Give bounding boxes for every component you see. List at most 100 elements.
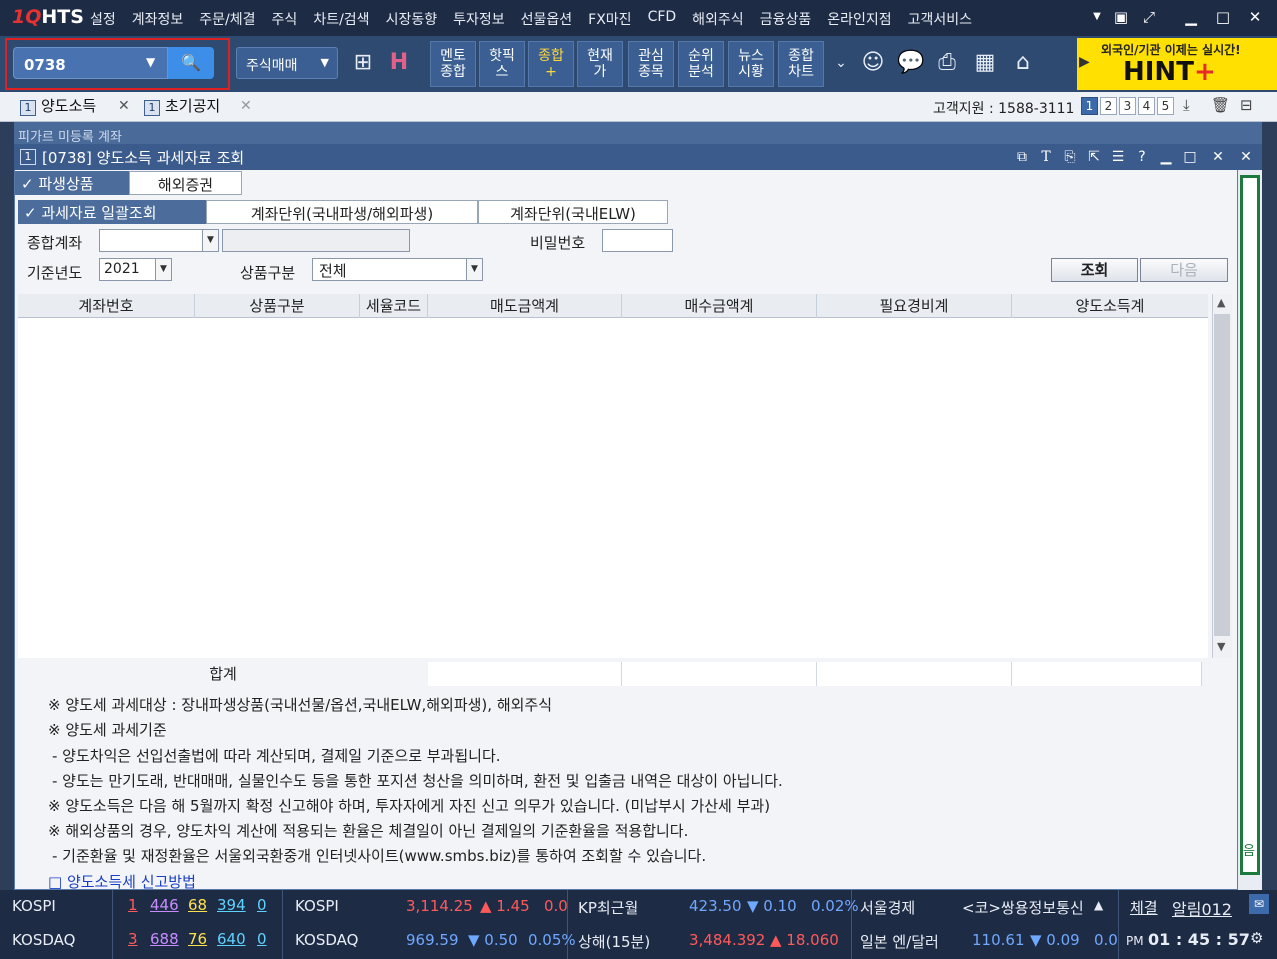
page-4[interactable]: 4 <box>1138 97 1155 115</box>
scrollbar-thumb[interactable] <box>1214 314 1230 636</box>
search-button[interactable]: 🔍 <box>168 47 214 79</box>
tab-capital-gains[interactable]: 1 양도소득 <box>20 95 96 119</box>
export-icon[interactable]: ⇱ <box>1084 147 1104 167</box>
next-button[interactable]: 다음 <box>1140 258 1228 282</box>
hint-banner[interactable]: ▶ 외국인/기관 이제는 실시간! HINT+ <box>1077 38 1277 90</box>
close-icon[interactable]: ✕ <box>1208 147 1228 167</box>
chevron-down-icon[interactable]: ▼ <box>1217 640 1225 653</box>
page-5[interactable]: 5 <box>1157 97 1174 115</box>
h-icon[interactable]: H <box>384 48 414 78</box>
futures-label[interactable]: KP최근월 <box>578 897 638 918</box>
password-field[interactable] <box>602 229 673 252</box>
chevron-up-icon[interactable]: ▲ <box>1094 898 1103 912</box>
kosdaq-index-label[interactable]: KOSDAQ <box>295 931 358 949</box>
product-type-select[interactable]: 전체 ▼ <box>312 258 483 281</box>
fx-label[interactable]: 일본 엔/달러 <box>860 931 939 952</box>
text-icon[interactable]: T <box>1036 147 1056 167</box>
tab-derivatives[interactable]: ✓ 파생상품 <box>15 171 129 195</box>
maximize-icon[interactable]: □ <box>1212 6 1234 28</box>
restore-icon[interactable]: ▣ <box>1110 6 1132 28</box>
close-icon[interactable]: ✕ <box>118 98 130 114</box>
home-icon[interactable]: ⌂ <box>1008 48 1038 78</box>
menu-order[interactable]: 주문/체결 <box>199 9 255 29</box>
minimize-icon[interactable]: ▁ <box>1180 6 1202 28</box>
menu-online-branch[interactable]: 온라인지점 <box>827 9 891 29</box>
save-layout-icon[interactable]: ⊟ <box>1240 96 1253 114</box>
chevron-down-icon: ▼ <box>466 259 482 280</box>
trash-icon[interactable]: 🗑 <box>1211 96 1230 114</box>
help-icon[interactable]: ? <box>1132 147 1152 167</box>
tab-overseas-securities[interactable]: 해외증권 <box>129 171 242 195</box>
col-product-type: 상품구분 <box>195 294 360 318</box>
chevron-down-icon[interactable]: ▼ <box>146 55 155 69</box>
close-icon[interactable]: ✕ <box>1244 6 1266 28</box>
news-headline[interactable]: <코>쌍용정보통신 <box>962 897 1084 918</box>
close-icon[interactable]: ✕ <box>240 98 252 114</box>
toolbar-button-mentor[interactable]: 멘토 종합 <box>430 41 476 87</box>
page-1[interactable]: 1 <box>1081 97 1098 115</box>
toolbar-button-overall-plus[interactable]: 종합 + <box>528 41 574 87</box>
alarm-button[interactable]: 알림012 <box>1172 896 1232 920</box>
menu-settings[interactable]: 설정 <box>90 9 116 29</box>
account-select[interactable]: ▼ <box>99 229 219 252</box>
menu-overseas-stock[interactable]: 해외주식 <box>692 9 744 29</box>
chat-icon[interactable]: 💬 <box>896 48 926 78</box>
resize-icon[interactable]: ⤢ <box>1138 6 1160 28</box>
tax-filing-guide-link[interactable]: □ 양도소득세 신고방법 <box>48 871 196 892</box>
tab-account-domestic-overseas[interactable]: 계좌단위(국내파생/해외파생) <box>206 200 478 224</box>
page-2[interactable]: 2 <box>1100 97 1117 115</box>
toolbar-button-watchlist[interactable]: 관심 종목 <box>628 41 674 87</box>
kospi-label[interactable]: KOSPI <box>12 897 56 915</box>
tab-account-elw[interactable]: 계좌단위(국내ELW) <box>478 200 668 224</box>
popout-icon[interactable]: ⧉ <box>1012 147 1032 167</box>
messenger-icon[interactable]: ✉ <box>1249 894 1269 914</box>
menu-market[interactable]: 시장동향 <box>386 9 438 29</box>
screen-code-input[interactable]: 0738 <box>13 47 168 79</box>
menu-futures[interactable]: 선물옵션 <box>521 9 573 29</box>
copy-icon[interactable]: ⎘ <box>1060 147 1080 167</box>
settings-icon[interactable]: ⚙ <box>1250 929 1263 947</box>
toolbar-button-current-price[interactable]: 현재 가 <box>577 41 623 87</box>
tab-bulk-tax-query[interactable]: ✓ 과세자료 일괄조회 <box>18 200 206 224</box>
year-select[interactable]: 2021 ▼ <box>99 258 172 281</box>
menu-chart-search[interactable]: 차트/검색 <box>313 9 369 29</box>
toolbar-button-news[interactable]: 뉴스 시황 <box>728 41 774 87</box>
shanghai-label[interactable]: 상해(15분) <box>578 931 650 952</box>
menu-fx[interactable]: FX마진 <box>588 9 631 29</box>
toolbar-button-rank[interactable]: 순위 분석 <box>678 41 724 87</box>
tab-initial-notice[interactable]: 1 초기공지 <box>144 95 220 119</box>
robot-icon[interactable]: ☺ <box>858 48 888 78</box>
chevron-up-icon[interactable]: ▲ <box>1217 296 1225 309</box>
trade-select[interactable]: 주식매매 ▼ <box>236 47 338 79</box>
page-3[interactable]: 3 <box>1119 97 1136 115</box>
minimize-icon[interactable]: ▁ <box>1156 147 1176 167</box>
fill-button[interactable]: 체결 <box>1130 897 1158 918</box>
news-source[interactable]: 서울경제 <box>860 897 915 918</box>
list-icon[interactable]: ☰ <box>1108 147 1128 167</box>
menu-financial-products[interactable]: 금융상품 <box>760 9 812 29</box>
kosdaq-label[interactable]: KOSDAQ <box>12 931 75 949</box>
maximize-icon[interactable]: □ <box>1180 147 1200 167</box>
chevrons-down-icon[interactable]: ⌄ <box>826 48 856 78</box>
close-icon[interactable]: ✕ <box>1236 147 1256 167</box>
col-tax-rate-code: 세율코드 <box>360 294 428 318</box>
kospi-index-label[interactable]: KOSPI <box>295 897 339 915</box>
menu-cfd[interactable]: CFD <box>648 9 677 29</box>
calculator-icon[interactable]: ▦ <box>970 48 1000 78</box>
menu-invest-info[interactable]: 투자정보 <box>453 9 505 29</box>
search-button[interactable]: 조회 <box>1051 258 1138 282</box>
toolbar-button-chart[interactable]: 종합 차트 <box>778 41 824 87</box>
chevron-down-icon[interactable]: ▼ <box>1086 6 1108 28</box>
menu-stock[interactable]: 주식 <box>272 9 298 29</box>
table-body[interactable] <box>18 318 1208 658</box>
side-panel[interactable]: 음 <box>1240 175 1260 875</box>
fx-change: ▼ 0.09 <box>1030 931 1080 949</box>
add-window-icon[interactable]: ⊞ <box>348 48 378 78</box>
background-window-title[interactable]: 피가르 미등록 계좌 <box>14 122 1262 145</box>
toolbar-button-hotpicks[interactable]: 핫픽 스 <box>479 41 525 87</box>
kospi-down: 394 <box>217 896 246 914</box>
download-icon[interactable]: ⤓ <box>1183 96 1190 114</box>
menu-account-info[interactable]: 계좌정보 <box>132 9 184 29</box>
menu-customer-service[interactable]: 고객서비스 <box>908 9 972 29</box>
print-icon[interactable]: ⎙ <box>932 48 962 78</box>
